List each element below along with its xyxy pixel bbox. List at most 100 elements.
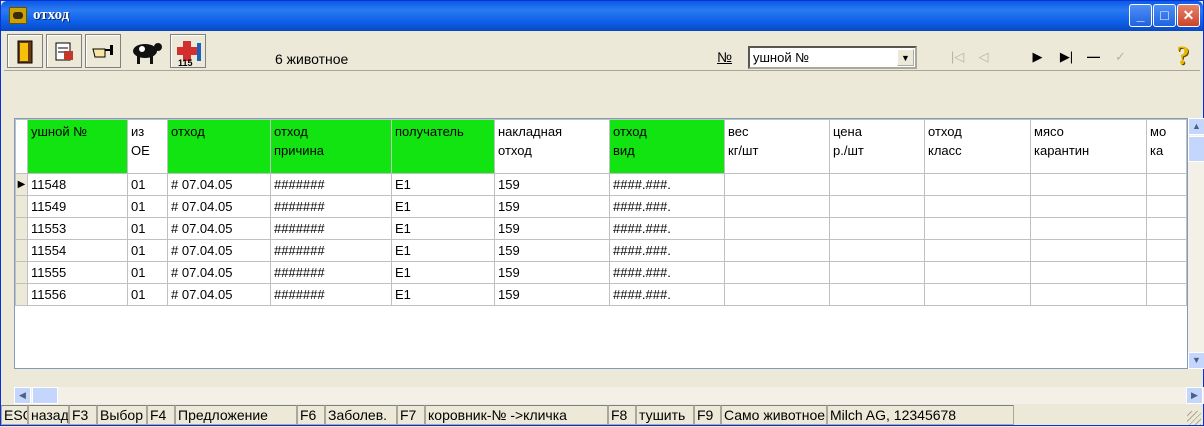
table-cell[interactable]: # 07.04.05	[167, 261, 271, 284]
table-cell[interactable]	[724, 195, 830, 218]
nav-post-button[interactable]: ✓	[1108, 44, 1133, 70]
column-header[interactable]: цена р./шт	[829, 119, 925, 174]
table-cell[interactable]	[1030, 239, 1147, 262]
nav-next-button[interactable]: ▶	[1025, 44, 1050, 70]
table-cell[interactable]	[724, 217, 830, 240]
table-cell[interactable]: E1	[391, 195, 495, 218]
table-cell[interactable]	[924, 261, 1031, 284]
table-cell[interactable]: 11554	[27, 239, 128, 262]
table-cell[interactable]: E1	[391, 173, 495, 196]
table-cell[interactable]: #######	[270, 283, 392, 306]
close-button[interactable]: ✕	[1177, 4, 1200, 27]
table-cell[interactable]	[1146, 195, 1187, 218]
table-cell[interactable]	[1030, 217, 1147, 240]
column-header[interactable]: получатель	[391, 119, 495, 174]
minimize-button[interactable]: _	[1129, 4, 1152, 27]
vet-treatment-button[interactable]: 115	[170, 34, 206, 68]
table-cell[interactable]: E1	[391, 261, 495, 284]
table-cell[interactable]: #######	[270, 173, 392, 196]
scroll-up-icon[interactable]: ▲	[1188, 118, 1204, 135]
table-cell[interactable]	[1146, 217, 1187, 240]
nav-prev-button[interactable]: ◁	[971, 44, 996, 70]
table-cell[interactable]: 11548	[27, 173, 128, 196]
table-cell[interactable]: 01	[127, 239, 168, 262]
table-cell[interactable]: 01	[127, 261, 168, 284]
table-cell[interactable]	[829, 217, 925, 240]
column-header[interactable]: вес кг/шт	[724, 119, 830, 174]
scroll-right-icon[interactable]: ▶	[1186, 387, 1203, 404]
table-cell[interactable]	[829, 195, 925, 218]
table-cell[interactable]	[924, 195, 1031, 218]
table-cell[interactable]: E1	[391, 217, 495, 240]
table-cell[interactable]: #######	[270, 217, 392, 240]
table-cell[interactable]	[724, 173, 830, 196]
table-cell[interactable]	[1030, 195, 1147, 218]
table-cell[interactable]: ####.###.	[609, 217, 725, 240]
table-cell[interactable]	[1146, 261, 1187, 284]
table-row[interactable]: 11555 01 # 07.04.05 ####### E1 159 ####.###.	[15, 261, 1187, 284]
column-header[interactable]: ушной №	[27, 119, 128, 174]
table-cell[interactable]	[924, 217, 1031, 240]
table-cell[interactable]: ####.###.	[609, 261, 725, 284]
column-header[interactable]: отход	[167, 119, 271, 174]
table-cell[interactable]: ####.###.	[609, 283, 725, 306]
column-header[interactable]: отход вид	[609, 119, 725, 174]
row-indicator[interactable]	[15, 261, 28, 284]
table-cell[interactable]: 11555	[27, 261, 128, 284]
table-cell[interactable]	[829, 283, 925, 306]
table-cell[interactable]: # 07.04.05	[167, 217, 271, 240]
table-cell[interactable]	[829, 239, 925, 262]
table-cell[interactable]: # 07.04.05	[167, 195, 271, 218]
table-cell[interactable]: #######	[270, 239, 392, 262]
table-cell[interactable]: 159	[494, 261, 610, 284]
nav-first-button[interactable]: |◁	[945, 44, 970, 70]
table-cell[interactable]	[1030, 173, 1147, 196]
nav-last-button[interactable]: ▶|	[1054, 44, 1079, 70]
table-cell[interactable]	[724, 239, 830, 262]
table-cell[interactable]: E1	[391, 239, 495, 262]
scroll-left-icon[interactable]: ◀	[14, 387, 31, 404]
table-row[interactable]: 11553 01 # 07.04.05 ####### E1 159 ####.###.	[15, 217, 1187, 240]
row-indicator[interactable]	[15, 239, 28, 262]
table-cell[interactable]: ####.###.	[609, 173, 725, 196]
exit-door-button[interactable]	[7, 34, 43, 68]
maximize-button[interactable]: □	[1153, 4, 1176, 27]
table-cell[interactable]: #######	[270, 261, 392, 284]
table-cell[interactable]: 11549	[27, 195, 128, 218]
data-grid[interactable]: ушной № из ОЕ отход отход причина получатель на…	[14, 118, 1188, 369]
table-cell[interactable]: ####.###.	[609, 239, 725, 262]
table-cell[interactable]	[724, 261, 830, 284]
resize-grip-icon[interactable]	[1187, 411, 1201, 425]
column-header[interactable]: накладная отход	[494, 119, 610, 174]
row-indicator[interactable]	[15, 195, 28, 218]
table-cell[interactable]: 01	[127, 173, 168, 196]
table-cell[interactable]: 01	[127, 217, 168, 240]
row-indicator[interactable]	[15, 283, 28, 306]
table-cell[interactable]: 159	[494, 283, 610, 306]
table-cell[interactable]	[924, 173, 1031, 196]
horizontal-scroll-thumb[interactable]	[32, 387, 58, 404]
row-indicator[interactable]	[15, 217, 28, 240]
table-cell[interactable]: # 07.04.05	[167, 239, 271, 262]
select-hand-button[interactable]	[85, 34, 121, 68]
table-row[interactable]: ▶ 11548 01 # 07.04.05 ####### E1 159 ####.###.	[15, 173, 1187, 196]
column-header[interactable]: мо ка	[1146, 119, 1187, 174]
current-row-indicator-icon[interactable]: ▶	[15, 173, 28, 196]
table-cell[interactable]: 11556	[27, 283, 128, 306]
table-cell[interactable]	[829, 173, 925, 196]
table-cell[interactable]	[1146, 173, 1187, 196]
column-header[interactable]: мясо карантин	[1030, 119, 1147, 174]
edit-record-button[interactable]	[46, 34, 82, 68]
table-cell[interactable]	[924, 239, 1031, 262]
table-cell[interactable]: 01	[127, 283, 168, 306]
animal-button[interactable]	[124, 34, 168, 68]
vertical-scroll-thumb[interactable]	[1188, 136, 1204, 162]
table-row[interactable]: 11549 01 # 07.04.05 ####### E1 159 ####.###.	[15, 195, 1187, 218]
table-cell[interactable]: 11553	[27, 217, 128, 240]
help-icon[interactable]: ?	[1169, 41, 1197, 71]
chevron-down-icon[interactable]: ▼	[897, 49, 914, 66]
table-cell[interactable]: 159	[494, 239, 610, 262]
table-cell[interactable]: ####.###.	[609, 195, 725, 218]
column-header[interactable]: из ОЕ	[127, 119, 168, 174]
title-bar[interactable]: отход _ □ ✕	[1, 1, 1203, 31]
